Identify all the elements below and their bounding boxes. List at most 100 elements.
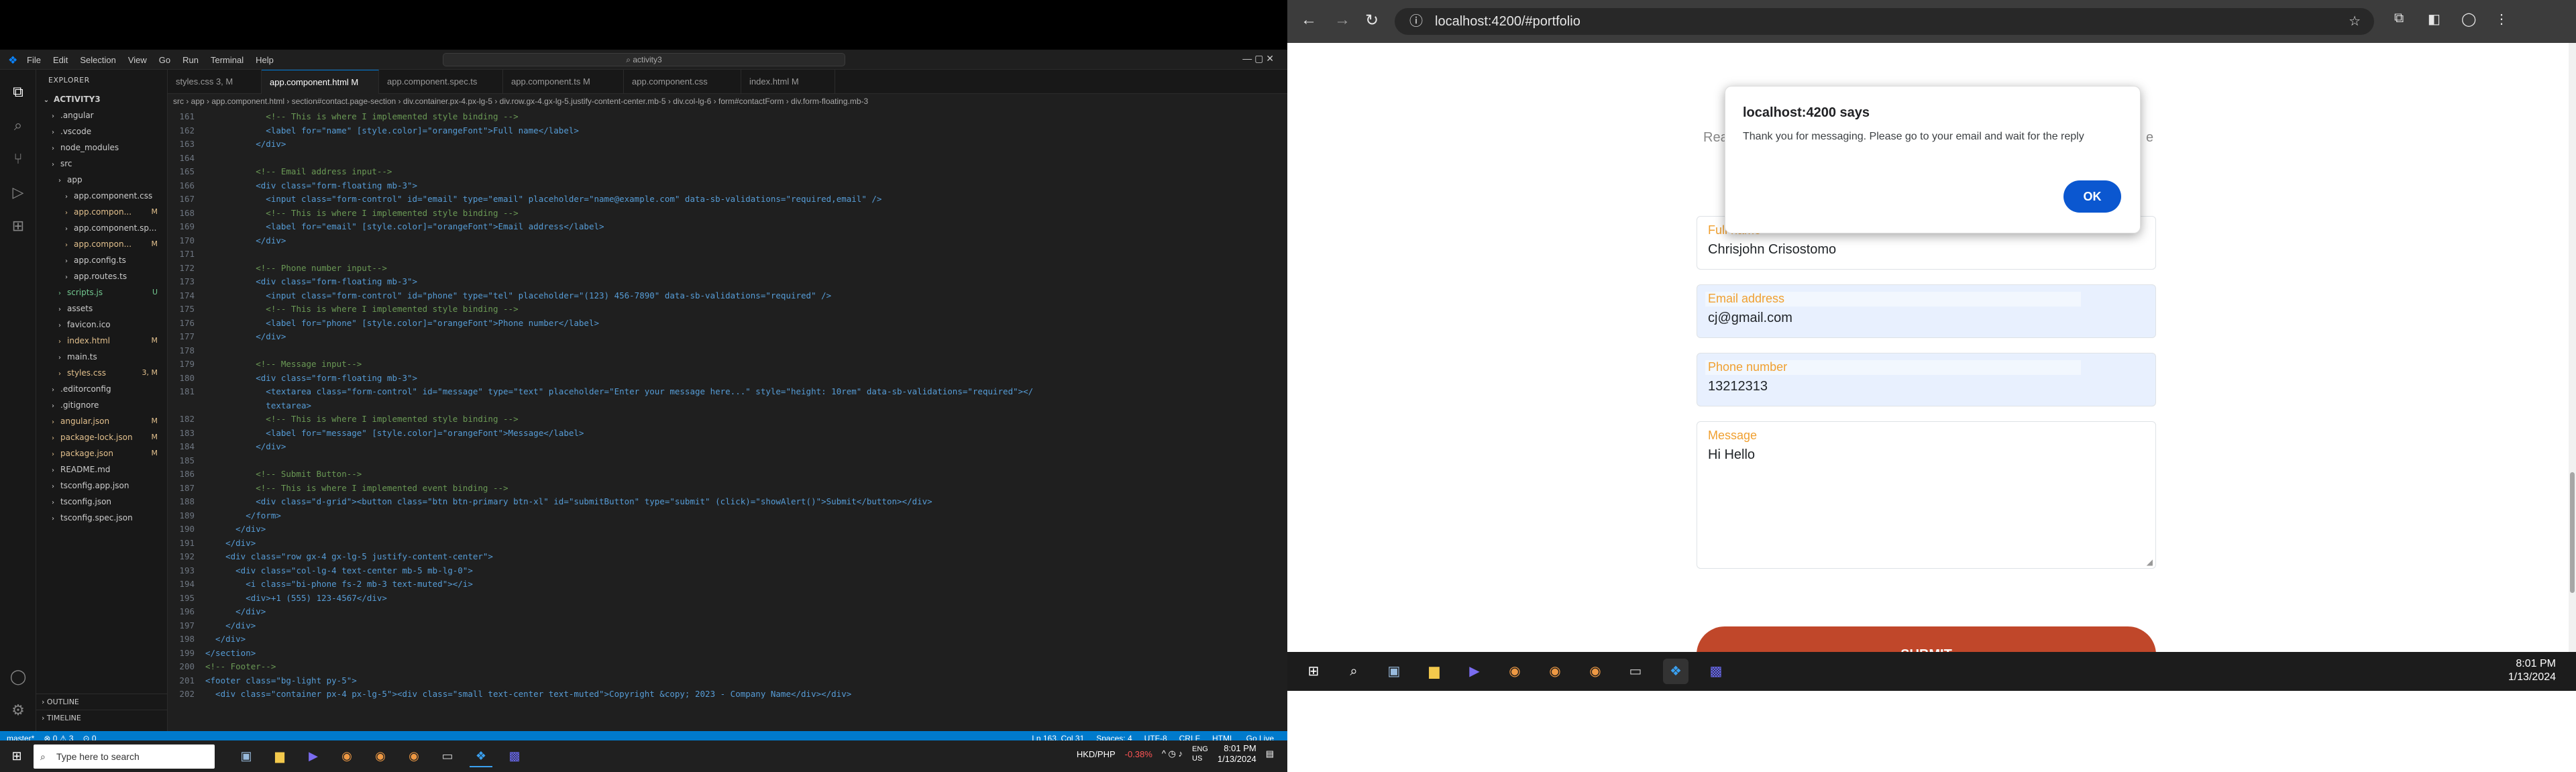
menu-item[interactable]: Selection bbox=[80, 55, 115, 65]
clock[interactable]: 8:01 PM 1/13/2024 bbox=[1218, 743, 1256, 765]
file-tree-item[interactable]: › scripts.js U bbox=[36, 284, 167, 300]
code-line[interactable]: <div class="col-lg-4 text-center mb-5 mb… bbox=[205, 565, 473, 575]
code-line[interactable]: <!-- Footer--> bbox=[205, 661, 276, 671]
code-line[interactable]: <label for="phone" [style.color]="orange… bbox=[205, 318, 599, 328]
code-line[interactable]: <div class="form-floating mb-3"> bbox=[205, 180, 417, 190]
teams-icon[interactable]: ▩ bbox=[503, 745, 526, 767]
dialog-ok-button[interactable]: OK bbox=[2063, 180, 2121, 213]
forward-icon[interactable]: → bbox=[1334, 11, 1350, 30]
file-tree-item[interactable]: › main.ts bbox=[36, 349, 167, 365]
command-search-input[interactable]: ⌕ activity3 bbox=[443, 53, 845, 66]
code-line[interactable]: <textarea class="form-control" id="messa… bbox=[205, 386, 1033, 396]
editor-tab[interactable]: app.component.html M bbox=[262, 70, 379, 94]
code-line[interactable]: <!-- This is where I implemented style b… bbox=[205, 111, 518, 121]
file-tree-item[interactable]: › tsconfig.app.json bbox=[36, 478, 167, 494]
chrome-icon-2[interactable]: ◉ bbox=[1542, 659, 1568, 684]
code-line[interactable]: </div> bbox=[205, 538, 256, 548]
file-tree-item[interactable]: › .angular bbox=[36, 107, 167, 123]
code-line[interactable]: <div class="form-floating mb-3"> bbox=[205, 373, 417, 383]
menu-icon[interactable]: ⋮ bbox=[2495, 11, 2508, 27]
chrome-icon[interactable]: ◉ bbox=[1502, 659, 1527, 684]
code-line[interactable]: <label for="message" [style.color]="oran… bbox=[205, 428, 584, 438]
file-tree-item[interactable]: › app.component.sp... bbox=[36, 220, 167, 236]
message-field[interactable]: Message Hi Hello ◢ bbox=[1697, 421, 2156, 569]
file-tree-item[interactable]: › app.component.css bbox=[36, 188, 167, 204]
editor-tab[interactable]: index.html M bbox=[741, 70, 835, 94]
chrome-icon[interactable]: ◉ bbox=[335, 745, 358, 767]
workspace-root[interactable]: ⌄ ACTIVITY3 bbox=[36, 91, 167, 107]
bookmark-star-icon[interactable]: ☆ bbox=[2349, 8, 2361, 35]
file-tree-item[interactable]: › package-lock.json M bbox=[36, 429, 167, 445]
task-view-icon[interactable]: ▣ bbox=[1381, 659, 1407, 684]
code-editor[interactable]: 161 <!-- This is where I implemented sty… bbox=[168, 109, 1287, 754]
code-line[interactable]: <!-- This is where I implemented style b… bbox=[205, 414, 518, 424]
code-line[interactable]: <div class="form-floating mb-3"> bbox=[205, 276, 417, 286]
explorer-icon[interactable]: ⧉ bbox=[8, 82, 28, 102]
code-line[interactable]: <!-- Email address input--> bbox=[205, 166, 392, 176]
notification-icon[interactable]: ▤ bbox=[1266, 749, 1274, 759]
code-line[interactable]: <!-- Message input--> bbox=[205, 359, 362, 369]
code-line[interactable]: textarea> bbox=[205, 400, 311, 410]
page-scrollbar[interactable] bbox=[2569, 43, 2576, 652]
menu-item[interactable]: View bbox=[128, 55, 147, 65]
menu-item[interactable]: Edit bbox=[53, 55, 68, 65]
code-line[interactable]: </div> bbox=[205, 139, 286, 149]
lang-indicator[interactable]: ENG US bbox=[1192, 745, 1208, 763]
back-icon[interactable]: ← bbox=[1301, 11, 1317, 30]
code-line[interactable]: <!-- Phone number input--> bbox=[205, 263, 387, 273]
address-bar[interactable]: ⓘ localhost:4200/#portfolio ☆ bbox=[1395, 8, 2374, 35]
extensions-icon[interactable]: ⊞ bbox=[8, 216, 28, 236]
editor-tab[interactable]: app.component.ts M bbox=[503, 70, 624, 94]
reload-icon[interactable]: ↻ bbox=[1365, 11, 1379, 30]
file-tree-item[interactable]: › angular.json M bbox=[36, 413, 167, 429]
timeline-section[interactable]: › TIMELINE bbox=[36, 710, 168, 726]
source-control-icon[interactable]: ⑂ bbox=[8, 149, 28, 169]
window-controls[interactable]: — ▢ ✕ bbox=[1242, 53, 1274, 64]
gear-icon[interactable]: ⚙ bbox=[8, 700, 28, 720]
menu-item[interactable]: File bbox=[27, 55, 41, 65]
code-line[interactable]: </div> bbox=[205, 524, 266, 534]
file-tree-item[interactable]: › favicon.ico bbox=[36, 317, 167, 333]
code-line[interactable]: <!-- This is where I implemented event b… bbox=[205, 483, 508, 493]
windows-start-icon[interactable]: ⊞ bbox=[1301, 659, 1326, 684]
file-tree-item[interactable]: › tsconfig.json bbox=[36, 494, 167, 510]
code-line[interactable]: <div>+1 (555) 123-4567</div> bbox=[205, 593, 387, 603]
file-tree-item[interactable]: › .vscode bbox=[36, 123, 167, 140]
code-line[interactable]: <div class="d-grid"><button class="btn b… bbox=[205, 496, 932, 506]
code-line[interactable]: </section> bbox=[205, 648, 256, 658]
media-icon[interactable]: ▶ bbox=[1462, 659, 1487, 684]
code-line[interactable]: </div> bbox=[205, 441, 286, 451]
clock[interactable]: 8:01 PM 1/13/2024 bbox=[2508, 657, 2556, 684]
site-info-icon[interactable]: ⓘ bbox=[1409, 8, 1423, 35]
code-line[interactable]: <i class="bi-phone fs-2 mb-3 text-muted"… bbox=[205, 579, 473, 589]
extensions-icon[interactable]: ⧉ bbox=[2394, 11, 2404, 26]
file-tree-item[interactable]: › app.compon... M bbox=[36, 236, 167, 252]
breadcrumb[interactable]: src › app › app.component.html › section… bbox=[168, 94, 1287, 109]
code-line[interactable]: <input class="form-control" id="phone" t… bbox=[205, 290, 831, 300]
terminal-icon[interactable]: ▭ bbox=[1623, 659, 1648, 684]
run-debug-icon[interactable]: ▷ bbox=[8, 182, 28, 203]
terminal-icon[interactable]: ▭ bbox=[436, 745, 459, 767]
vscode-taskbar-icon[interactable]: ❖ bbox=[1663, 659, 1688, 684]
file-tree-item[interactable]: › .editorconfig bbox=[36, 381, 167, 397]
code-line[interactable]: <!-- This is where I implemented style b… bbox=[205, 208, 518, 218]
code-line[interactable]: </div> bbox=[205, 331, 286, 341]
search-icon[interactable]: ⌕ bbox=[1341, 659, 1366, 684]
file-tree-item[interactable]: › app bbox=[36, 172, 167, 188]
editor-tab[interactable]: styles.css 3, M bbox=[168, 70, 262, 94]
file-explorer-icon[interactable]: ▆ bbox=[268, 745, 291, 767]
code-line[interactable]: <div class="container px-4 px-lg-5"><div… bbox=[205, 689, 851, 699]
account-icon[interactable]: ◯ bbox=[8, 667, 28, 687]
chrome-icon-2[interactable]: ◉ bbox=[369, 745, 392, 767]
file-tree-item[interactable]: › styles.css 3, M bbox=[36, 365, 167, 381]
file-tree-item[interactable]: › tsconfig.spec.json bbox=[36, 510, 167, 526]
windows-start-icon[interactable]: ⊞ bbox=[5, 745, 28, 767]
code-line[interactable]: <!-- This is where I implemented style b… bbox=[205, 304, 518, 314]
teams-icon[interactable]: ▩ bbox=[1703, 659, 1729, 684]
menu-item[interactable]: Go bbox=[159, 55, 170, 65]
code-line[interactable]: </div> bbox=[205, 620, 256, 630]
code-line[interactable]: <!-- Submit Button--> bbox=[205, 469, 362, 479]
file-tree-item[interactable]: › app.routes.ts bbox=[36, 268, 167, 284]
file-tree-item[interactable]: › src bbox=[36, 156, 167, 172]
file-tree-item[interactable]: › app.config.ts bbox=[36, 252, 167, 268]
